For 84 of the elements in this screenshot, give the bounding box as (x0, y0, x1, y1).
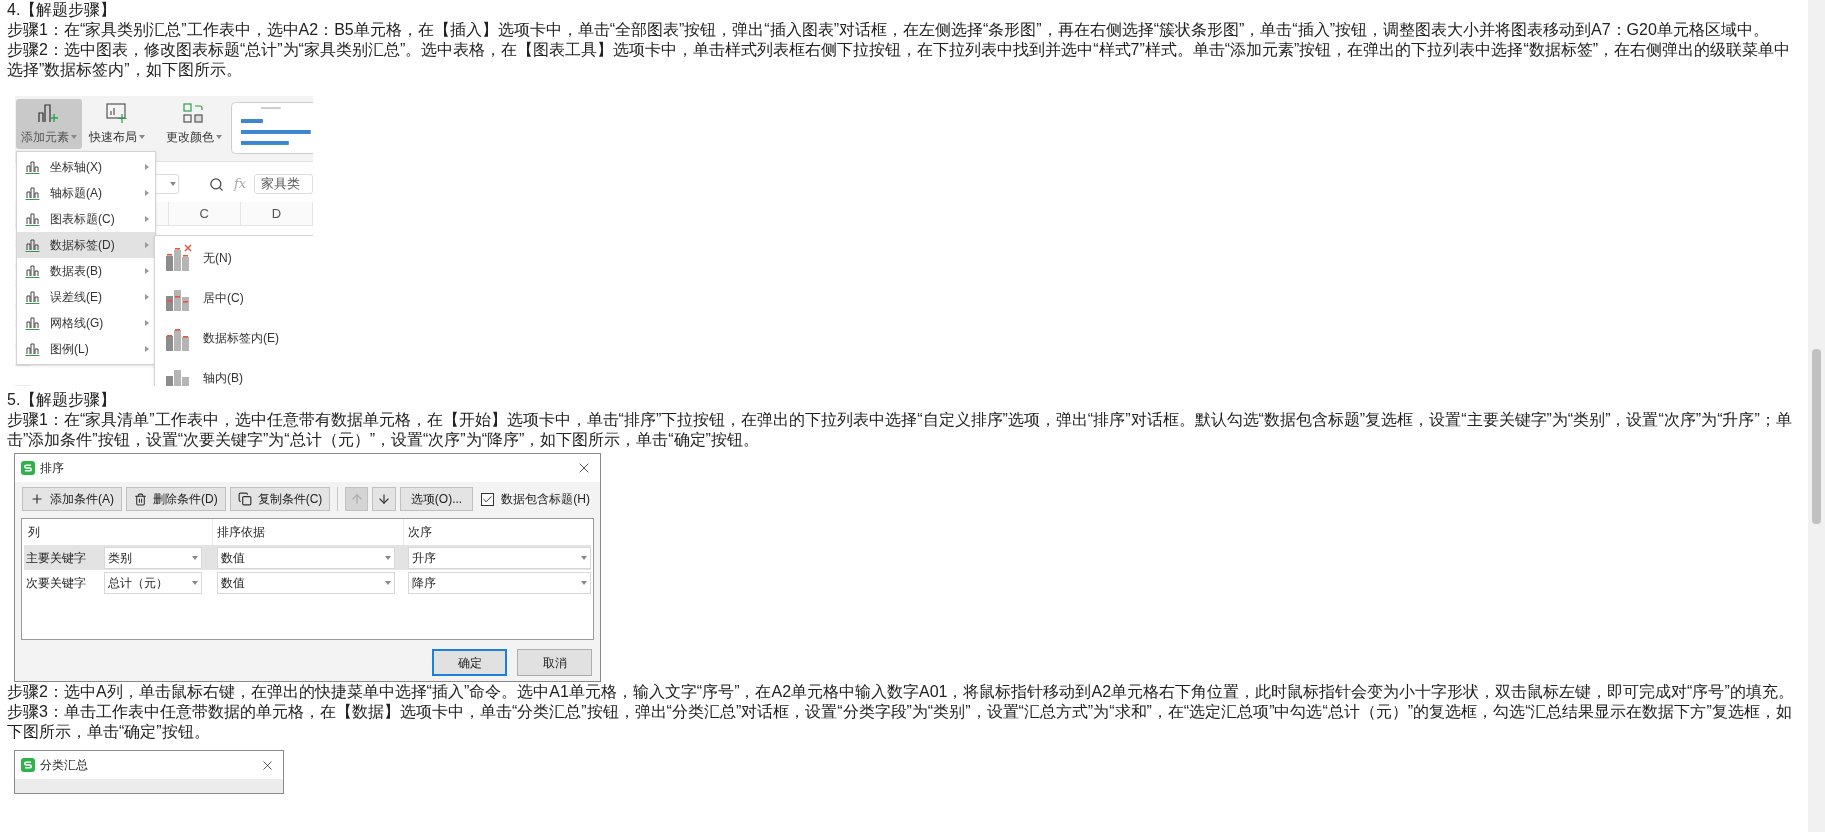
dialog-title: 分类汇总 (40, 757, 89, 774)
ribbon-button[interactable]: 快速布局 (83, 99, 150, 149)
ribbon-button[interactable]: 添加元素 (16, 99, 82, 149)
submenu-arrow-icon (145, 216, 149, 222)
bar-chart-icon (25, 264, 40, 278)
scrollbar-thumb[interactable] (1812, 349, 1821, 524)
menu-item[interactable]: 坐标轴(X) (17, 154, 155, 180)
bar-chart-icon (25, 238, 40, 252)
menu-item[interactable]: 图例(L) (17, 336, 155, 362)
select-field[interactable]: 数值 (217, 571, 395, 594)
bar-chart-icon (25, 290, 40, 304)
bar-chart-icon (25, 316, 40, 330)
select-field[interactable]: 降序 (408, 571, 591, 594)
menu-item[interactable]: 无(N) (155, 238, 313, 278)
toolbar-button[interactable] (372, 487, 396, 511)
menu-item[interactable]: 轴标题(A) (17, 180, 155, 206)
select-field[interactable]: 数值 (217, 546, 395, 569)
toolbar-button[interactable]: 复制条件(C) (229, 487, 331, 511)
caret-icon (138, 135, 145, 139)
section-heading: 5.【解题步骤】 (7, 390, 117, 410)
select-field[interactable]: 总计（元） (104, 571, 202, 594)
sort-row[interactable]: 主要关键字 类别 数值 升序 (24, 545, 591, 570)
sort-row[interactable]: 次要关键字 总计（元） 数值 降序 (24, 570, 591, 595)
caret-icon (385, 555, 391, 560)
select-field[interactable]: 类别 (104, 546, 202, 569)
menu-item[interactable]: 数据标签内(E) (155, 318, 313, 358)
caret-icon (192, 555, 198, 560)
menu-item[interactable]: 数据表(B) (17, 258, 155, 284)
bar-chart-icon (25, 186, 40, 200)
paragraph: 步骤1：在“家具清单”工作表中，选中任意带有数据单元格，在【开始】选项卡中，单击“排序”下拉按钮，在弹出的下拉列表中选择“自定义排序”选项，弹出“排序”对话框。默认勾选“数据包含标题”复选框，设置“主要关键字”为“类别”，设置“次序”为“升序”；单击”添加条件”按钮，设置“次要关键字”为“总计（元）”，设置“次序”为“降序”，如下图所示，单击“确定”按钮。 (7, 410, 1793, 450)
menu-item[interactable]: 图表标题(C) (17, 206, 155, 232)
caret-icon (581, 555, 587, 560)
menu-item[interactable]: 误差线(E) (17, 284, 155, 310)
dialog-title: 排序 (40, 460, 65, 477)
checkbox[interactable] (481, 492, 495, 506)
submenu-arrow-icon (145, 164, 149, 170)
toolbar-button[interactable]: 添加条件(A) (22, 487, 122, 511)
submenu-arrow-icon (145, 294, 149, 300)
bar-chart-icon (25, 212, 40, 226)
caret-icon (170, 182, 176, 186)
submenu-arrow-icon (145, 320, 149, 326)
paragraph: 步骤1：在“家具类别汇总”工作表中，选中A2：B5单元格，在【插入】选项卡中，单击“全部图表”按钮，弹出“插入图表”对话框，在左侧选择“条形图”，再在右侧选择“簇状条形图”，单击“插入”按钮，调整图表大小并将图表移动到A7：G20单元格区域中。 (7, 20, 1769, 40)
app-icon (21, 758, 35, 772)
caret-icon (581, 580, 587, 585)
toolbar-button[interactable]: 选项(O)... (399, 487, 474, 511)
bar-chart-icon (25, 160, 40, 174)
caret-icon (70, 135, 77, 139)
column-header[interactable]: C (168, 202, 241, 225)
bar-chart-icon (165, 244, 193, 272)
chart-add-icon (36, 102, 61, 124)
checkbox-label: 数据包含标题(H) (501, 491, 590, 508)
trash-icon (134, 492, 147, 506)
menu-item[interactable]: 网格线(G) (17, 310, 155, 336)
column-header[interactable]: D (240, 202, 313, 225)
paragraph: 步骤3：单击工作表中任意带数据的单元格，在【数据】选项卡中，单击“分类汇总”按钮，弹出“分类汇总”对话框，设置“分类字段”为“类别”，设置“汇总方式”为“求和”，在“选定汇总项”中勾选“总计（元）”的复选框，勾选“汇总结果显示在数据下方”复选框，如下图所示，单击“确定”按钮。 (7, 702, 1793, 742)
caret-icon (192, 580, 198, 585)
select-field[interactable]: 升序 (408, 546, 591, 569)
row-label: 主要关键字 (25, 549, 87, 567)
dialog-button[interactable]: 确定 (432, 649, 507, 676)
paragraph: 步骤2：选中A列，单击鼠标右键，在弹出的快捷菜单中选择“插入”命令。选中A1单元格，输入文字“序号”，在A2单元格中输入数字A01，将鼠标指针移动到A2单元格右下角位置，此时鼠标指针会变为小十字形状，双击鼠标左键，即可完成对“序号”的填充。 (7, 682, 1794, 702)
app-icon (21, 461, 35, 475)
plus-icon (30, 492, 44, 506)
menu-item[interactable]: 轴内(B) (155, 358, 313, 386)
submenu-arrow-icon (145, 268, 149, 274)
dialog-button[interactable]: 取消 (517, 649, 592, 676)
submenu-arrow-icon (145, 346, 149, 352)
menu-item[interactable]: 居中(C) (155, 278, 313, 318)
layout-icon (104, 102, 129, 124)
column-header: 次序 (407, 524, 433, 541)
formula-field[interactable]: 家具类 (254, 174, 313, 194)
ribbon-button[interactable]: 更改颜色 (161, 99, 228, 149)
caret-icon (385, 580, 391, 585)
zoom-icon (209, 176, 224, 192)
menu-item[interactable]: 数据标签(D) (17, 232, 155, 258)
row-label: 次要关键字 (25, 574, 87, 592)
submenu-arrow-icon (145, 242, 149, 248)
bar-chart-icon (25, 342, 40, 356)
copy-icon (237, 492, 252, 506)
submenu-arrow-icon (145, 190, 149, 196)
paragraph: 步骤2：选中图表，修改图表标题“总计”为“家具类别汇总”。选中表格，在【图表工具】选项卡中，单击样式列表框右侧下拉按钮，在下拉列表中找到并选中“样式7”样式。单击“添加元素”按钮，在弹出的下拉列表中选择“数据标签”，在右侧弹出的级联菜单中选择”数据标签内”，如下图所示。 (7, 40, 1792, 80)
section-heading: 4.【解题步骤】 (7, 0, 117, 20)
caret-icon (216, 135, 223, 139)
function-label: fx (234, 175, 247, 194)
toolbar-button[interactable]: 删除条件(D) (126, 487, 226, 511)
